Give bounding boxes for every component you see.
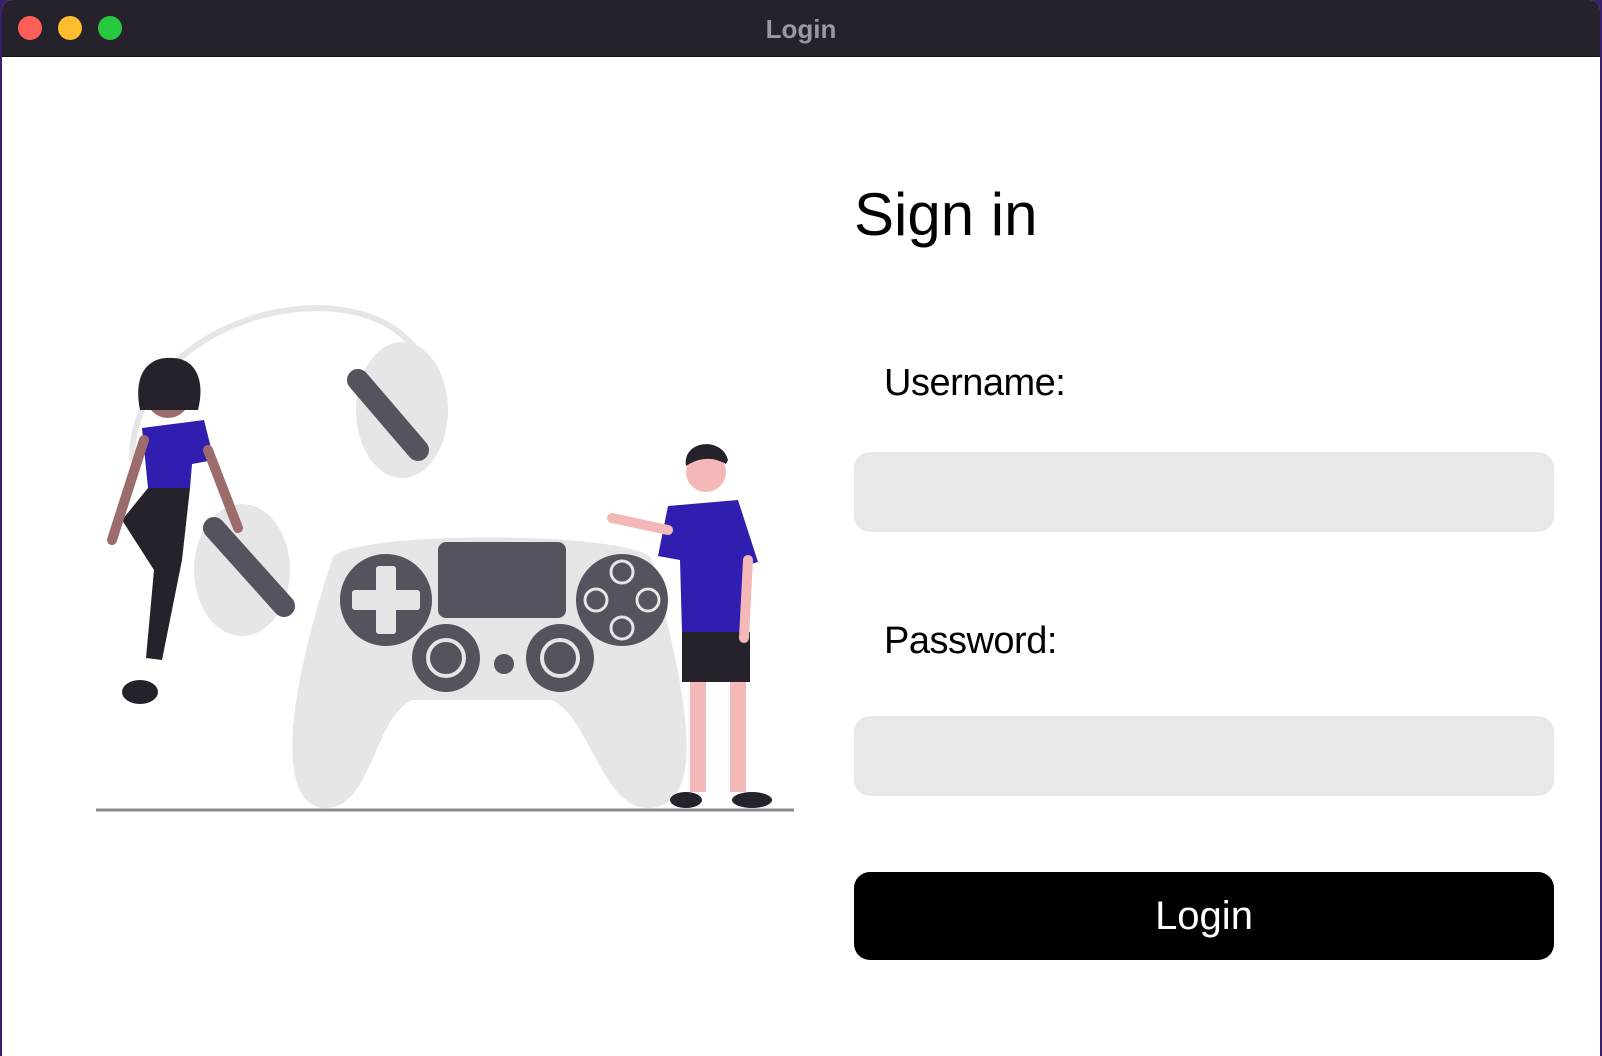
- title-bar: Login: [2, 0, 1600, 57]
- sign-in-heading: Sign in: [854, 181, 1038, 248]
- username-input[interactable]: [854, 452, 1554, 532]
- gaming-illustration: [96, 305, 794, 812]
- username-label: Username:: [884, 362, 1066, 404]
- login-window: Login Sign in Username: Password: Login: [2, 0, 1600, 1056]
- window-title: Login: [765, 14, 837, 44]
- password-input[interactable]: [854, 716, 1554, 796]
- login-button[interactable]: Login: [854, 872, 1554, 960]
- password-label: Password:: [884, 620, 1057, 662]
